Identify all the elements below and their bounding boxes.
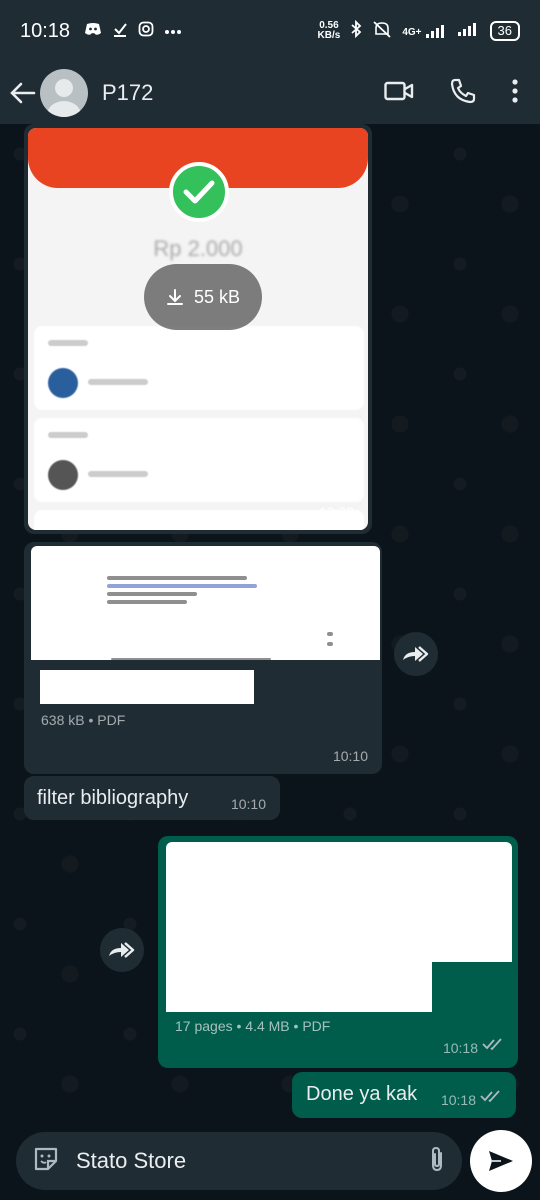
chat-header: P172: [0, 62, 540, 124]
forward-icon: [403, 646, 429, 662]
system-status: 0.56 KB/s 4G+ 36: [318, 19, 520, 43]
message-input[interactable]: Stato Store: [76, 1148, 186, 1174]
download-icon: [166, 289, 183, 305]
message-time: 10:10: [230, 796, 266, 812]
video-call-icon[interactable]: [384, 80, 414, 107]
signal-4g-icon: 4G+: [402, 24, 447, 38]
muted-vibrate-icon: [372, 20, 392, 43]
back-button[interactable]: [8, 78, 38, 108]
signal-icon: [457, 22, 480, 41]
redacted-filename: [40, 670, 254, 704]
more-notifications-icon: [164, 22, 182, 40]
send-button[interactable]: [470, 1130, 532, 1192]
instagram-icon: [138, 21, 154, 42]
message-time: 10:03: [318, 504, 354, 520]
net-speed-unit: KB/s: [317, 30, 341, 41]
forward-icon: [109, 942, 135, 958]
send-icon: [489, 1151, 513, 1171]
document-meta: 17 pages • 4.4 MB • PDF: [175, 1018, 331, 1034]
redacted-filename: [166, 962, 432, 1012]
pdf-message-outgoing[interactable]: 17 pages • 4.4 MB • PDF 10:18: [158, 836, 518, 1068]
status-bar: 10:18 0.56 KB/s 4G+ 36: [0, 0, 540, 62]
pdf-preview[interactable]: [166, 842, 512, 962]
double-check-icon: [480, 1089, 502, 1108]
blurred-amount: Rp 2.000: [153, 236, 243, 261]
header-actions: [384, 78, 540, 109]
message-text: filter bibliography: [37, 787, 189, 809]
avatar[interactable]: [40, 69, 88, 117]
network-type: 4G+: [402, 27, 422, 38]
message-time: 10:18: [440, 1092, 476, 1108]
blurred-card: [34, 326, 364, 410]
menu-icon[interactable]: [512, 78, 518, 108]
download-button[interactable]: 55 kB: [144, 264, 262, 330]
message-time: 10:18: [442, 1040, 478, 1056]
contact-name[interactable]: P172: [102, 80, 153, 106]
discord-icon: [84, 22, 102, 41]
forward-button[interactable]: [100, 928, 144, 972]
status-time: 10:18: [20, 19, 71, 42]
double-check-icon: [482, 1037, 504, 1056]
message-time: 10:10: [332, 748, 368, 764]
text-message[interactable]: filter bibliography 10:10: [24, 776, 280, 820]
text-message-outgoing[interactable]: Done ya kak 10:18: [292, 1072, 516, 1118]
download-done-icon: [112, 21, 128, 42]
image-message[interactable]: Rp 2.000 55 kB 10:03: [24, 124, 372, 534]
notification-icons: [84, 21, 182, 42]
document-message[interactable]: 638 kB • PDF 10:10: [24, 542, 382, 774]
sticker-icon[interactable]: [32, 1145, 60, 1178]
arrow-left-icon: [10, 82, 36, 104]
image-preview[interactable]: Rp 2.000 55 kB 10:03: [28, 128, 368, 530]
document-preview[interactable]: [31, 546, 380, 660]
bluetooth-icon: [350, 19, 362, 43]
blurred-card: [34, 418, 364, 502]
net-speed: 0.56 KB/s: [318, 21, 341, 41]
battery-indicator: 36: [489, 21, 520, 41]
attach-icon[interactable]: [428, 1145, 446, 1178]
download-size: 55 kB: [193, 286, 241, 307]
message-input-bar[interactable]: Stato Store: [16, 1132, 462, 1190]
chat-area[interactable]: Rp 2.000 55 kB 10:03 638 kB • PDF 10:10 …: [0, 124, 540, 1124]
blurred-card: [34, 510, 364, 530]
forward-button[interactable]: [394, 632, 438, 676]
message-text: Done ya kak: [306, 1083, 418, 1105]
checkmark-icon: [169, 162, 229, 222]
voice-call-icon[interactable]: [450, 78, 476, 109]
document-meta: 638 kB • PDF: [41, 712, 126, 728]
